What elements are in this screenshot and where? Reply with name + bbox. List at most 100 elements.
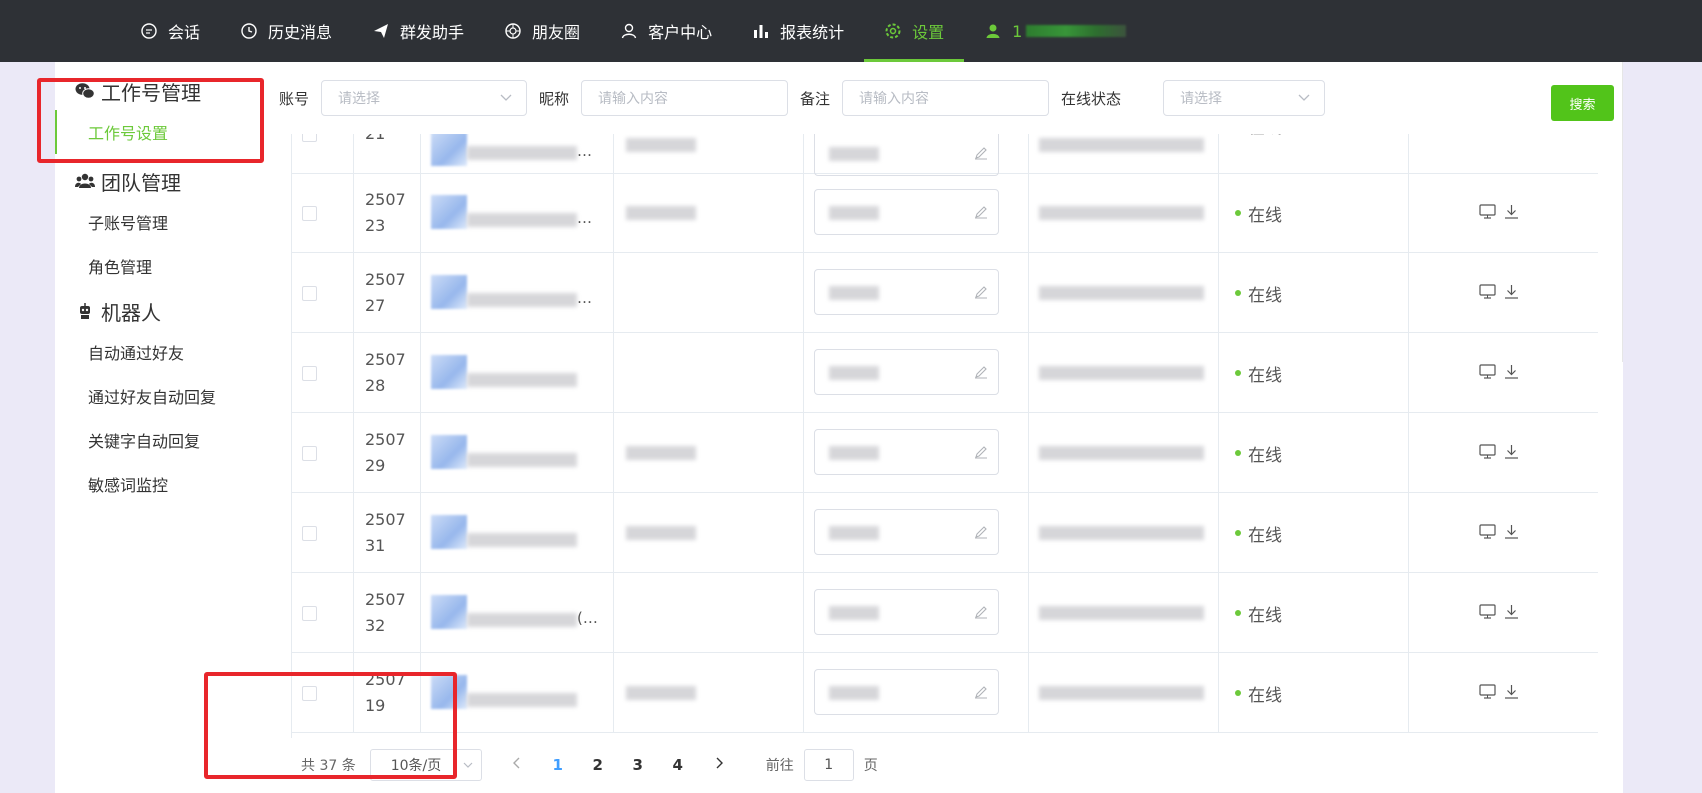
edit-pencil-icon[interactable] <box>974 444 988 463</box>
chevron-down-icon <box>1298 90 1310 106</box>
annotation-box <box>204 672 457 779</box>
table-cell <box>804 493 1029 573</box>
bar-chart-icon <box>752 22 770 40</box>
nav-reports[interactable]: 报表统计 <box>732 0 864 62</box>
row-actions <box>1479 524 1519 543</box>
sidebar-item-roles[interactable]: 角色管理 <box>55 244 257 288</box>
online-status: 在线 <box>1219 361 1282 386</box>
sidebar-item-sensitive-words[interactable]: 敏感词监控 <box>55 462 257 506</box>
wechat-id-masked <box>626 686 696 700</box>
online-status-text: 在线 <box>1248 205 1282 226</box>
next-page-icon[interactable] <box>716 757 724 773</box>
account-id: 2507 28 <box>354 347 406 399</box>
right-margin <box>1623 62 1702 793</box>
sidebar-item-keyword-reply[interactable]: 关键字自动回复 <box>55 418 257 462</box>
account-id: 2507 23 <box>354 187 406 239</box>
edit-pencil-icon[interactable] <box>974 204 988 223</box>
online-status: 在线 <box>1219 281 1282 306</box>
wechat-id-masked <box>626 206 696 220</box>
chevron-down-icon <box>500 90 512 106</box>
download-icon[interactable] <box>1504 444 1519 463</box>
page-number[interactable]: 3 <box>618 756 658 774</box>
download-icon[interactable] <box>1504 284 1519 303</box>
monitor-icon[interactable] <box>1479 204 1496 223</box>
nav-settings[interactable]: 设置 <box>864 0 965 62</box>
table-cell: … <box>421 134 614 174</box>
row-checkbox[interactable] <box>302 605 317 621</box>
sidebar-item-auto-accept[interactable]: 自动通过好友 <box>55 330 257 374</box>
table-cell <box>614 253 804 333</box>
table-cell <box>1409 253 1598 333</box>
page-number[interactable]: 2 <box>578 756 618 774</box>
edit-pencil-icon[interactable] <box>974 284 988 303</box>
table-cell: 2507 29 <box>354 413 421 493</box>
remark-field[interactable] <box>814 189 999 235</box>
remark-field[interactable] <box>814 349 999 395</box>
row-checkbox[interactable] <box>302 445 317 461</box>
row-checkbox[interactable] <box>302 134 317 142</box>
edit-pencil-icon[interactable] <box>974 604 988 623</box>
nav-moments[interactable]: 朋友圈 <box>484 0 600 62</box>
remark-field[interactable] <box>814 134 999 176</box>
page-number[interactable]: 1 <box>538 756 578 774</box>
download-icon[interactable] <box>1504 684 1519 703</box>
avatar <box>431 195 467 229</box>
goto-page-input[interactable]: 1 <box>803 749 854 781</box>
online-status-text: 在线 <box>1248 525 1282 546</box>
monitor-icon[interactable] <box>1479 684 1496 703</box>
prev-page-icon[interactable] <box>512 757 520 773</box>
monitor-icon[interactable] <box>1479 364 1496 383</box>
nav-chat-label: 会话 <box>168 23 201 42</box>
row-checkbox[interactable] <box>302 525 317 541</box>
row-checkbox[interactable] <box>302 365 317 381</box>
nickname-label: 昵称 <box>539 89 570 108</box>
table-cell: 在线 <box>1219 134 1409 174</box>
table-cell <box>1409 573 1598 653</box>
nav-customer-center[interactable]: 客户中心 <box>600 0 732 62</box>
row-checkbox[interactable] <box>302 285 317 301</box>
remark-field[interactable] <box>814 589 999 635</box>
account-select[interactable]: 请选择 <box>321 80 528 116</box>
wechat-id-masked <box>626 526 696 540</box>
table-cell <box>1029 573 1219 653</box>
download-icon[interactable] <box>1504 524 1519 543</box>
row-checkbox[interactable] <box>302 205 317 221</box>
download-icon[interactable] <box>1504 604 1519 623</box>
annotation-box <box>37 78 264 163</box>
account-id-prefix: 2507 <box>365 590 406 609</box>
sidebar-item-accept-auto-reply[interactable]: 通过好友自动回复 <box>55 374 257 418</box>
edit-pencil-icon[interactable] <box>974 684 988 703</box>
monitor-icon[interactable] <box>1479 444 1496 463</box>
nav-chat[interactable]: 会话 <box>120 0 220 62</box>
wechat-id-masked <box>626 138 696 152</box>
sidebar-group-title: 团队管理 <box>101 170 181 195</box>
online-status-select[interactable]: 请选择 <box>1163 80 1326 116</box>
download-icon[interactable] <box>1504 204 1519 223</box>
nav-user[interactable]: 1 <box>964 0 1146 62</box>
edit-pencil-icon[interactable] <box>974 145 988 164</box>
remark-input[interactable]: 请输入内容 <box>842 80 1050 116</box>
nav-history[interactable]: 历史消息 <box>220 0 352 62</box>
remark-field[interactable] <box>814 509 999 555</box>
table-cell: 在线 <box>1219 493 1409 573</box>
remark-field[interactable] <box>814 669 999 715</box>
sidebar-item-sub-accounts[interactable]: 子账号管理 <box>55 200 257 244</box>
page-number[interactable]: 4 <box>658 756 698 774</box>
edit-pencil-icon[interactable] <box>974 524 988 543</box>
monitor-icon[interactable] <box>1479 604 1496 623</box>
nickname-input[interactable]: 请输入内容 <box>581 80 789 116</box>
remark-field[interactable] <box>814 429 999 475</box>
account-id-suffix: 27 <box>365 296 386 315</box>
edit-pencil-icon[interactable] <box>974 364 988 383</box>
search-button[interactable]: 搜索 <box>1551 85 1614 121</box>
sidebar-item-label: 关键字自动回复 <box>88 432 201 451</box>
download-icon[interactable] <box>1504 364 1519 383</box>
monitor-icon[interactable] <box>1479 284 1496 303</box>
goto-suffix: 页 <box>863 758 878 774</box>
row-actions <box>1479 684 1519 703</box>
nav-broadcast[interactable]: 群发助手 <box>352 0 484 62</box>
top-navigation: 会话 历史消息 群发助手 朋友圈 客户中心 报表统计 设置 1 <box>0 0 1702 62</box>
monitor-icon[interactable] <box>1479 524 1496 543</box>
remark-field[interactable] <box>814 269 999 315</box>
table-cell <box>1409 333 1598 413</box>
